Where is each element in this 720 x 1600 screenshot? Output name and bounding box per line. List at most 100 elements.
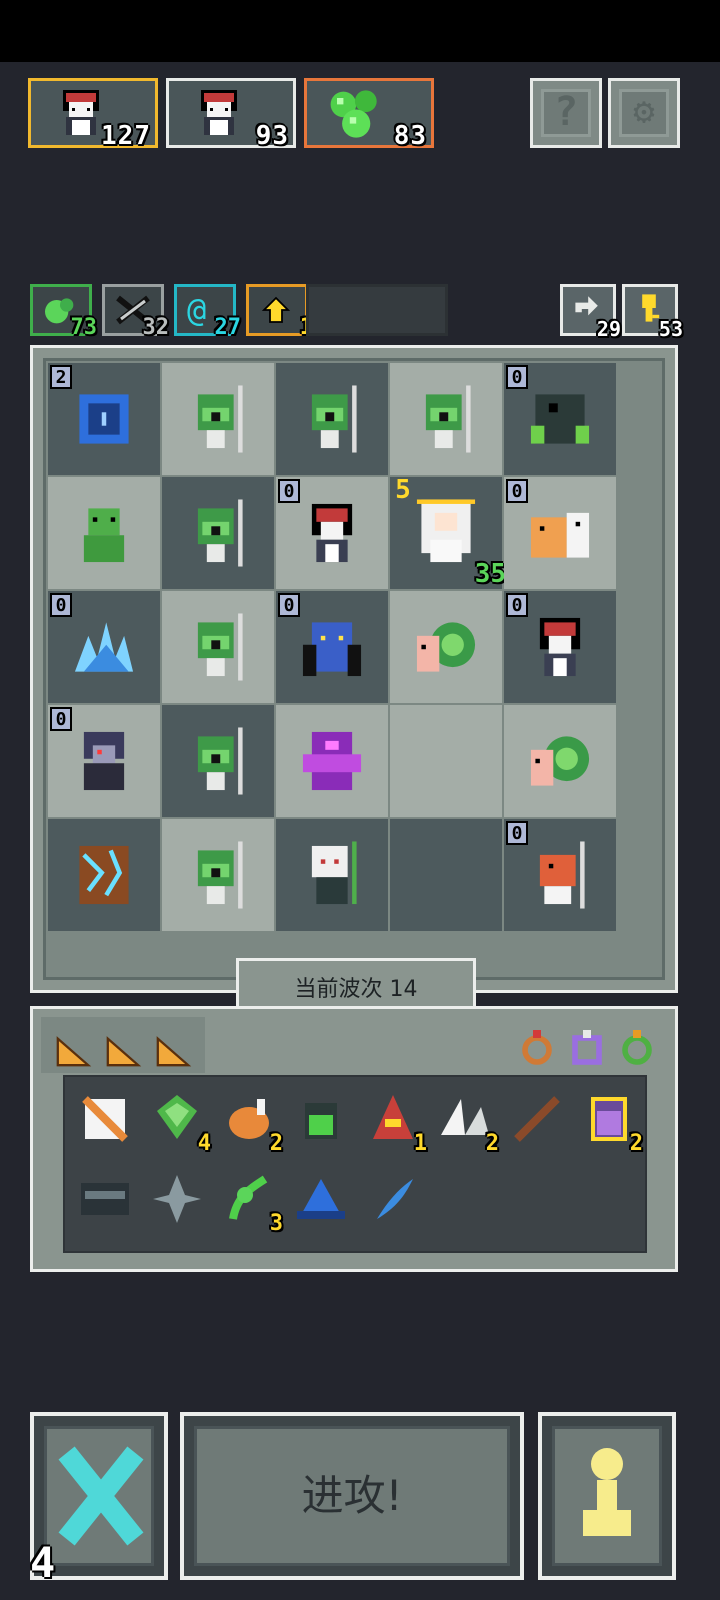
goblin-spearman-icon	[197, 727, 243, 795]
ice-crystal-icon	[74, 622, 134, 672]
snail-icon	[416, 622, 476, 672]
purple-golem-icon	[302, 731, 362, 791]
settings-button[interactable]: ⚙	[608, 78, 680, 148]
meat-icon	[229, 1099, 269, 1139]
board-cell[interactable]: 0	[504, 591, 616, 703]
board-cell[interactable]	[504, 705, 616, 817]
inventory-item[interactable]	[293, 1171, 353, 1231]
status-bar	[0, 0, 720, 62]
cheese-tab-icon[interactable]	[153, 1031, 193, 1069]
board-cell[interactable]: 0	[276, 477, 388, 589]
battle-board: 2 0 0 5 35 0 0 0 0 0 0	[30, 345, 678, 993]
board-cell[interactable]: 0	[276, 591, 388, 703]
maid-girl-icon	[311, 503, 353, 563]
purple-ring-icon[interactable]	[567, 1025, 607, 1067]
goblin-spearman-icon	[197, 841, 243, 909]
shuriken-icon	[153, 1175, 201, 1223]
board-cell[interactable]: 5 35	[390, 477, 506, 589]
board-cell[interactable]	[162, 705, 274, 817]
attack-button[interactable]: 进攻!	[180, 1412, 524, 1580]
inventory-item[interactable]: 3	[221, 1171, 283, 1235]
unit-level: 0	[506, 821, 528, 845]
resource-progress-bar	[306, 284, 448, 336]
arrow-up-icon	[261, 296, 291, 323]
party-count-3: 83	[393, 121, 427, 151]
item-count: 2	[485, 1131, 499, 1156]
board-cell[interactable]	[162, 819, 274, 931]
chest-icon	[81, 1183, 129, 1215]
party-slot-2[interactable]: 93	[166, 78, 296, 151]
board-cell[interactable]: 0	[504, 477, 616, 589]
maid-girl-icon	[201, 90, 237, 135]
party-count-2: 93	[255, 121, 289, 151]
cheese-tab-icon[interactable]	[103, 1031, 143, 1069]
board-cell[interactable]	[162, 591, 274, 703]
attack-label: 进攻!	[301, 1471, 403, 1520]
board-cell[interactable]	[276, 363, 388, 475]
key-value: 53	[658, 317, 683, 341]
board-cell[interactable]	[48, 819, 160, 931]
cross-icon	[58, 1446, 144, 1546]
inventory-item[interactable]: 2	[437, 1091, 499, 1155]
goblin-spearman-icon	[197, 499, 243, 567]
board-cell[interactable]: 0	[48, 705, 160, 817]
blue-hat-icon	[297, 1179, 345, 1219]
pawn-button[interactable]	[538, 1412, 676, 1580]
cancel-button[interactable]: 4	[30, 1412, 168, 1584]
board-cell[interactable]	[390, 705, 502, 817]
party-slot-3[interactable]: 83	[304, 78, 434, 151]
orange-spearman-icon	[539, 841, 585, 909]
inventory-item[interactable]: 2	[221, 1091, 283, 1155]
skeleton-mage-icon	[311, 841, 357, 905]
inventory-tabs	[41, 1017, 205, 1073]
board-cell[interactable]: 0	[48, 591, 160, 703]
inventory-item[interactable]	[149, 1171, 209, 1231]
key-counter[interactable]: 53	[622, 284, 683, 339]
inventory-item[interactable]	[293, 1091, 353, 1151]
maid-girl-icon	[539, 617, 581, 677]
resource-swirl-value: 27	[214, 315, 242, 340]
unit-level: 0	[506, 593, 528, 617]
item-count: 1	[413, 1131, 427, 1156]
resource-green-value: 73	[70, 315, 98, 340]
unit-level: 0	[506, 479, 528, 503]
cancel-count: 4	[30, 1538, 56, 1587]
board-cell[interactable]: 0	[504, 363, 616, 475]
inventory-item[interactable]	[365, 1171, 425, 1231]
inventory-panel: 4 2 1 2 2 3	[30, 1006, 678, 1272]
help-button[interactable]: ?	[530, 78, 602, 148]
goblin-spearman-icon	[197, 385, 243, 453]
board-cell[interactable]	[276, 819, 388, 931]
cheese-tab-icon[interactable]	[53, 1031, 93, 1069]
inventory-item[interactable]	[509, 1091, 569, 1151]
item-count: 2	[269, 1131, 283, 1156]
board-cell[interactable]	[390, 819, 502, 931]
board-cell[interactable]	[162, 477, 274, 589]
board-cell[interactable]	[162, 363, 274, 475]
board-cell[interactable]: 2	[48, 363, 160, 475]
wand-icon	[514, 1096, 560, 1142]
board-cell[interactable]	[390, 363, 502, 475]
party-slot-1[interactable]: 127	[28, 78, 158, 151]
green-ring-icon[interactable]	[617, 1025, 657, 1067]
board-cell[interactable]	[276, 705, 388, 817]
resource-sword: 32	[102, 284, 169, 339]
inventory-item[interactable]: 4	[149, 1091, 211, 1155]
board-cell[interactable]: 0	[504, 819, 616, 931]
unit-level: 0	[50, 593, 72, 617]
item-count: 3	[269, 1211, 283, 1236]
reroll-counter[interactable]: 29	[560, 284, 621, 339]
resource-sword-value: 32	[142, 315, 170, 340]
party-count-1: 127	[101, 121, 151, 151]
ring-icon[interactable]	[517, 1025, 557, 1067]
board-cell[interactable]	[390, 591, 502, 703]
inventory-item[interactable]: 2	[581, 1091, 643, 1155]
inventory-item[interactable]	[77, 1091, 137, 1151]
board-cell[interactable]	[48, 477, 160, 589]
wood-golem-icon	[79, 845, 129, 905]
unit-badge: 35	[474, 559, 506, 589]
inventory-item[interactable]	[77, 1171, 137, 1231]
goblin-spearman-icon	[425, 385, 471, 453]
inventory-item[interactable]: 1	[365, 1091, 427, 1155]
reroll-value: 29	[596, 317, 621, 341]
